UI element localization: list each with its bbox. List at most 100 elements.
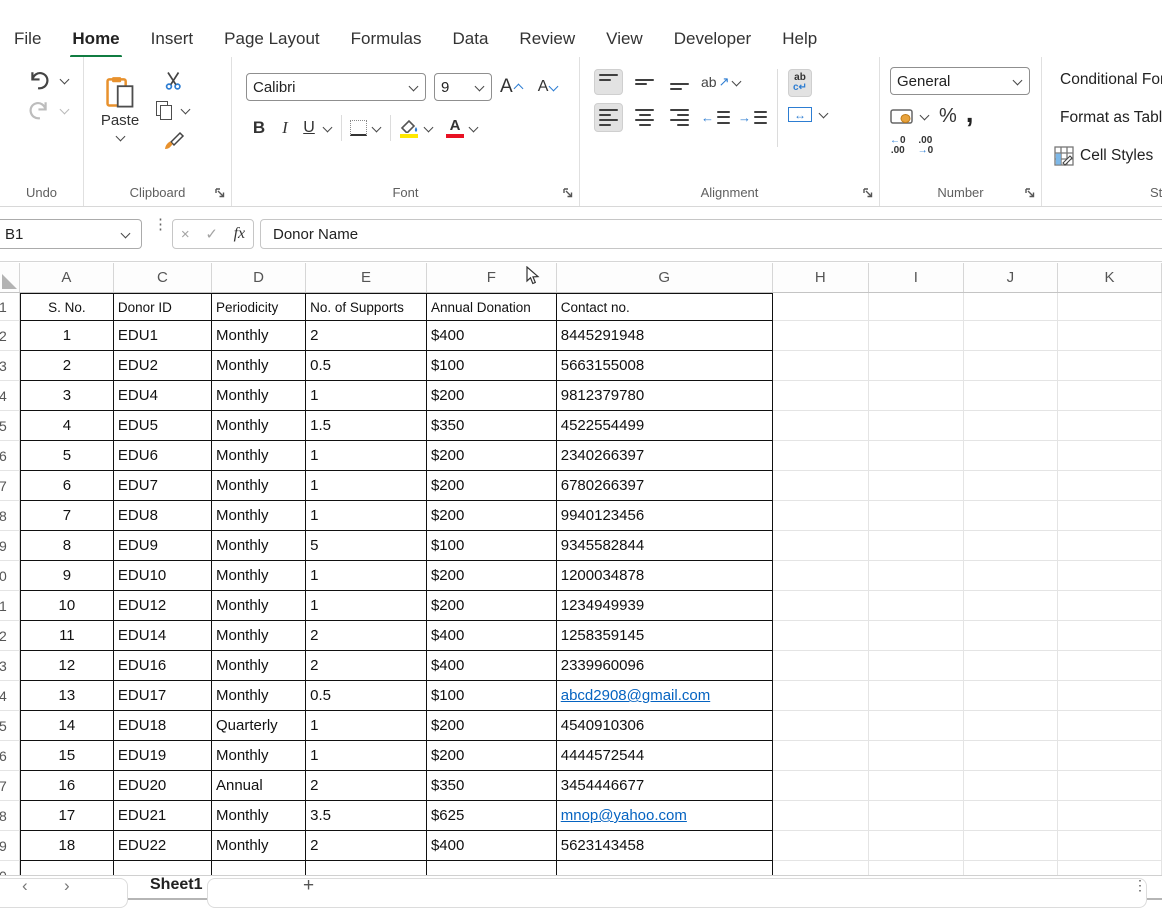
- column-header-C[interactable]: C: [114, 263, 212, 292]
- cell-F9[interactable]: $100: [427, 531, 557, 561]
- cell-F20[interactable]: [427, 861, 557, 875]
- cell-J15[interactable]: [964, 711, 1058, 741]
- cell-F4[interactable]: $200: [427, 381, 557, 411]
- cell-K16[interactable]: [1058, 741, 1162, 771]
- align-center-button[interactable]: [631, 104, 658, 131]
- cell-H4[interactable]: [773, 381, 869, 411]
- cell-E18[interactable]: 3.5: [306, 801, 427, 831]
- cell-K3[interactable]: [1058, 351, 1162, 381]
- column-header-A[interactable]: A: [20, 263, 114, 292]
- merge-dropdown-chevron[interactable]: [819, 109, 829, 119]
- cell-K1[interactable]: [1058, 293, 1162, 321]
- cell-D15[interactable]: Quarterly: [212, 711, 306, 741]
- percent-style-button[interactable]: %: [939, 105, 957, 128]
- row-header-11[interactable]: 11: [0, 591, 20, 621]
- menu-item-view[interactable]: View: [606, 29, 643, 49]
- cell-J11[interactable]: [964, 591, 1058, 621]
- cell-G15[interactable]: 4540910306: [557, 711, 773, 741]
- number-format-combobox[interactable]: General: [890, 67, 1030, 95]
- cell-A17[interactable]: 16: [20, 771, 114, 801]
- row-header-20[interactable]: 20: [0, 861, 20, 875]
- cell-J13[interactable]: [964, 651, 1058, 681]
- cell-F15[interactable]: $200: [427, 711, 557, 741]
- cut-button[interactable]: [156, 71, 191, 91]
- cell-I3[interactable]: [869, 351, 964, 381]
- cell-I17[interactable]: [869, 771, 964, 801]
- cell-E9[interactable]: 5: [306, 531, 427, 561]
- cell-E3[interactable]: 0.5: [306, 351, 427, 381]
- cell-H1[interactable]: [773, 293, 869, 321]
- row-header-2[interactable]: 2: [0, 321, 20, 351]
- cell-H12[interactable]: [773, 621, 869, 651]
- font-dialog-launcher[interactable]: [562, 187, 574, 199]
- cell-I15[interactable]: [869, 711, 964, 741]
- cell-F11[interactable]: $200: [427, 591, 557, 621]
- cell-H14[interactable]: [773, 681, 869, 711]
- column-header-K[interactable]: K: [1058, 263, 1162, 292]
- cell-A4[interactable]: 3: [20, 381, 114, 411]
- cell-D10[interactable]: Monthly: [212, 561, 306, 591]
- column-header-H[interactable]: H: [773, 263, 869, 292]
- cell-K6[interactable]: [1058, 441, 1162, 471]
- row-header-7[interactable]: 7: [0, 471, 20, 501]
- cell-G11[interactable]: 1234949939: [557, 591, 773, 621]
- undo-dropdown-chevron[interactable]: [60, 74, 70, 84]
- cell-E8[interactable]: 1: [306, 501, 427, 531]
- cell-E1[interactable]: No. of Supports: [306, 293, 427, 321]
- cell-J1[interactable]: [964, 293, 1058, 321]
- cell-D4[interactable]: Monthly: [212, 381, 306, 411]
- cell-A18[interactable]: 17: [20, 801, 114, 831]
- cell-J9[interactable]: [964, 531, 1058, 561]
- increase-font-button[interactable]: A: [500, 76, 524, 98]
- cell-F14[interactable]: $100: [427, 681, 557, 711]
- enter-icon[interactable]: ✓: [205, 225, 218, 243]
- cell-H8[interactable]: [773, 501, 869, 531]
- next-sheet-button[interactable]: ›: [64, 876, 70, 896]
- align-left-button[interactable]: [594, 103, 623, 132]
- cell-C5[interactable]: EDU5: [114, 411, 212, 441]
- cell-J4[interactable]: [964, 381, 1058, 411]
- cell-G13[interactable]: 2339960096: [557, 651, 773, 681]
- cell-D13[interactable]: Monthly: [212, 651, 306, 681]
- cell-E4[interactable]: 1: [306, 381, 427, 411]
- cell-G10[interactable]: 1200034878: [557, 561, 773, 591]
- redo-dropdown-chevron[interactable]: [60, 104, 70, 114]
- cell-A9[interactable]: 8: [20, 531, 114, 561]
- cell-J3[interactable]: [964, 351, 1058, 381]
- cell-C8[interactable]: EDU8: [114, 501, 212, 531]
- cell-D16[interactable]: Monthly: [212, 741, 306, 771]
- cell-E15[interactable]: 1: [306, 711, 427, 741]
- cell-G7[interactable]: 6780266397: [557, 471, 773, 501]
- font-name-combobox[interactable]: Calibri: [246, 73, 426, 101]
- cell-K20[interactable]: [1058, 861, 1162, 875]
- cell-H9[interactable]: [773, 531, 869, 561]
- cell-E2[interactable]: 2: [306, 321, 427, 351]
- cell-F10[interactable]: $200: [427, 561, 557, 591]
- cell-A13[interactable]: 12: [20, 651, 114, 681]
- contact-link[interactable]: mnop@yahoo.com: [561, 807, 687, 824]
- cell-C9[interactable]: EDU9: [114, 531, 212, 561]
- cell-D1[interactable]: Periodicity: [212, 293, 306, 321]
- cell-D20[interactable]: [212, 861, 306, 875]
- cell-A7[interactable]: 6: [20, 471, 114, 501]
- cell-C1[interactable]: Donor ID: [114, 293, 212, 321]
- cell-D7[interactable]: Monthly: [212, 471, 306, 501]
- sheet-bar-more-icon[interactable]: ⋮: [1133, 877, 1147, 894]
- cell-J19[interactable]: [964, 831, 1058, 861]
- cell-K5[interactable]: [1058, 411, 1162, 441]
- undo-button[interactable]: [14, 69, 83, 91]
- row-header-15[interactable]: 15: [0, 711, 20, 741]
- row-header-3[interactable]: 3: [0, 351, 20, 381]
- format-painter-button[interactable]: [156, 130, 191, 150]
- cell-H2[interactable]: [773, 321, 869, 351]
- cell-A14[interactable]: 13: [20, 681, 114, 711]
- cell-H17[interactable]: [773, 771, 869, 801]
- cell-F2[interactable]: $400: [427, 321, 557, 351]
- cell-G3[interactable]: 5663155008: [557, 351, 773, 381]
- copy-dropdown-chevron[interactable]: [181, 105, 191, 115]
- cell-H6[interactable]: [773, 441, 869, 471]
- cell-K11[interactable]: [1058, 591, 1162, 621]
- cell-H11[interactable]: [773, 591, 869, 621]
- cell-F7[interactable]: $200: [427, 471, 557, 501]
- cell-E20[interactable]: [306, 861, 427, 875]
